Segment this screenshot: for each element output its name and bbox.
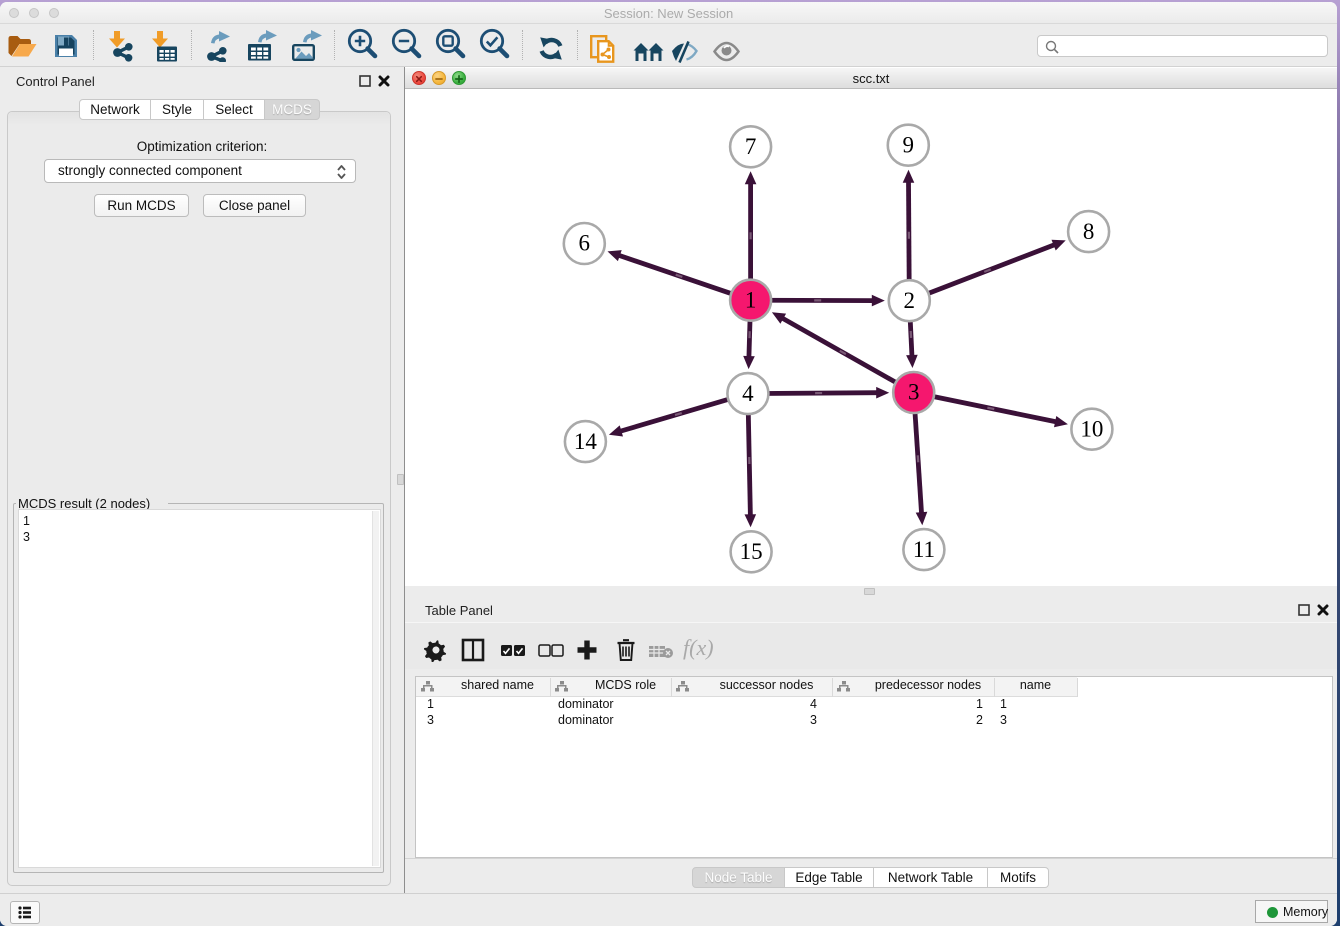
svg-text:2: 2 [904,288,916,313]
svg-text:9: 9 [903,132,915,157]
svg-text:1: 1 [745,287,757,312]
svg-text:4: 4 [742,381,754,406]
svg-text:15: 15 [740,539,763,564]
svg-text:6: 6 [579,231,591,256]
svg-text:14: 14 [574,429,598,454]
svg-text:10: 10 [1080,416,1103,441]
svg-text:11: 11 [913,537,935,562]
svg-text:3: 3 [908,380,920,405]
svg-text:7: 7 [745,134,757,159]
svg-text:8: 8 [1083,219,1095,244]
